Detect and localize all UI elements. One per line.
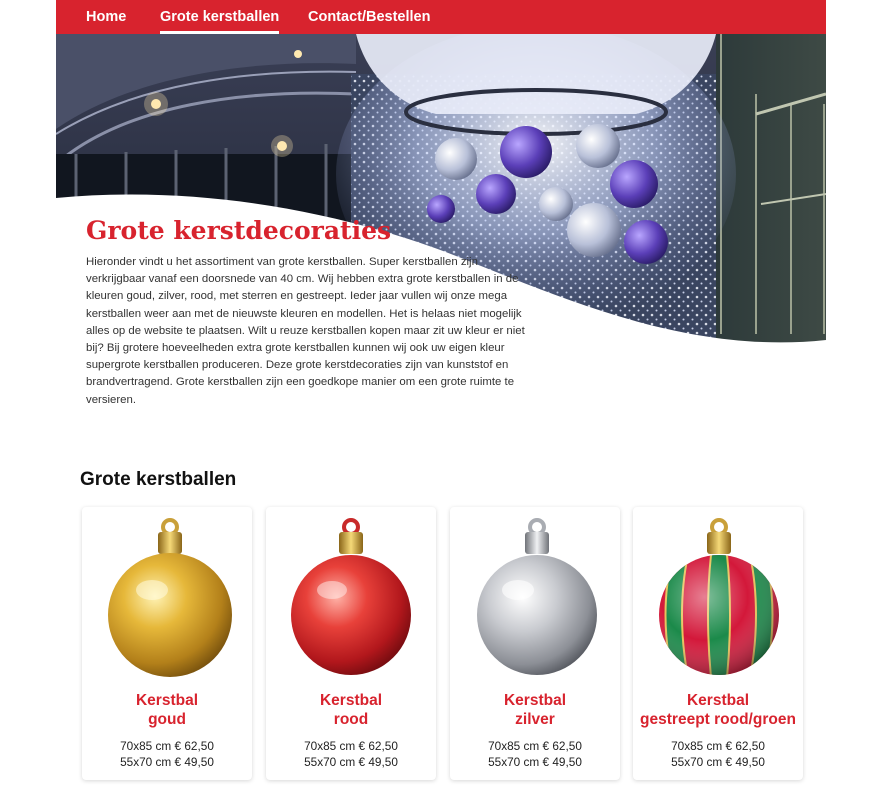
silver-ornament-image xyxy=(477,518,597,675)
gold-ornament-image xyxy=(108,518,232,677)
product-card-zilver[interactable]: Kerstbal zilver 70x85 cm € 62,50 55x70 c… xyxy=(450,507,620,780)
price-large: 70x85 cm € 62,50 xyxy=(671,739,765,753)
price-large: 70x85 cm € 62,50 xyxy=(488,739,582,753)
nav-item-contact-bestellen[interactable]: Contact/Bestellen xyxy=(308,0,430,34)
price-small: 55x70 cm € 49,50 xyxy=(488,755,582,769)
product-card-rood[interactable]: Kerstbal rood 70x85 cm € 62,50 55x70 cm … xyxy=(266,507,436,780)
product-card-gestreept[interactable]: Kerstbal gestreept rood/groen 70x85 cm €… xyxy=(633,507,803,780)
price-small: 55x70 cm € 49,50 xyxy=(120,755,214,769)
price-small: 55x70 cm € 49,50 xyxy=(304,755,398,769)
product-name: Kerstbal gestreept rood/groen xyxy=(640,692,796,728)
product-name: Kerstbal zilver xyxy=(503,692,567,728)
product-card-goud[interactable]: Kerstbal goud 70x85 cm € 62,50 55x70 cm … xyxy=(82,507,252,780)
nav-item-home[interactable]: Home xyxy=(86,0,126,34)
page-title: Grote kerstdecoraties xyxy=(86,216,392,245)
price-small: 55x70 cm € 49,50 xyxy=(671,755,765,769)
price-large: 70x85 cm € 62,50 xyxy=(120,739,214,753)
intro-text: Hieronder vindt u het assortiment van gr… xyxy=(86,256,525,406)
product-name: Kerstbal rood xyxy=(319,692,383,728)
nav-item-grote-kerstballen[interactable]: Grote kerstballen xyxy=(160,0,280,34)
red-ornament-image xyxy=(291,518,411,675)
price-large: 70x85 cm € 62,50 xyxy=(304,739,398,753)
section-title: Grote kerstballen xyxy=(80,469,237,490)
product-name: Kerstbal goud xyxy=(135,692,199,728)
main-nav: Home Grote kerstballen Contact/Bestellen xyxy=(56,0,826,34)
striped-ornament-image xyxy=(659,518,779,675)
